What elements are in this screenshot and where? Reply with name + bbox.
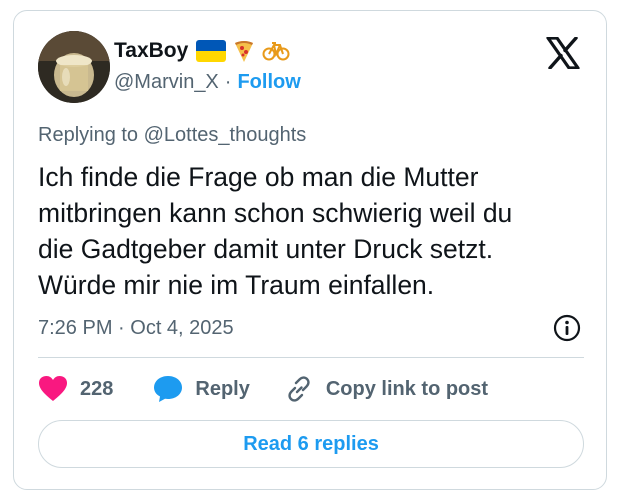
tweet-line: mitbringen kann schon schwierig weil du [38,198,513,228]
link-icon [288,376,310,402]
info-icon[interactable] [552,313,582,343]
like-button[interactable]: 228 [38,375,113,403]
pizza-icon [232,39,256,63]
reply-context: Replying to @Lottes_thoughts [38,124,306,147]
divider [38,357,584,358]
separator-dot: · [224,71,232,93]
heart-icon [39,376,67,401]
author-display-name[interactable]: TaxBoy [114,39,188,63]
tweet-line: Ich finde die Frage ob man die Mutter [38,162,479,192]
like-count: 228 [80,377,114,400]
reply-bubble-icon [154,376,183,402]
reply-target-link[interactable]: @Lottes_thoughts [144,124,307,146]
tweet-card: TaxBoy @Marvin_X · Follow Replying to @L… [13,10,607,490]
reply-prefix: Replying to [38,124,139,146]
follow-button[interactable]: Follow [237,71,300,94]
author-handle[interactable]: @Marvin_X [114,71,219,94]
author-name-row: TaxBoy [114,37,290,65]
tweet-line: Würde mir nie im Traum einfallen. [38,270,435,300]
tweet-timestamp[interactable]: 7:26 PM · Oct 4, 2025 [38,317,234,340]
tweet-line: die Gadtgeber damit unter Druck setzt. [38,234,494,264]
author-handle-row: @Marvin_X · Follow [114,71,301,94]
reply-button[interactable]: Reply [153,375,250,403]
read-replies-button[interactable]: Read 6 replies [38,420,584,468]
action-bar: 228 Reply Copy link to post [38,373,488,405]
x-logo-icon[interactable] [546,36,580,70]
bicycle-icon [262,39,290,63]
tweet-text: Ich finde die Frage ob man die Mutter mi… [38,159,598,303]
copy-link-label: Copy link to post [325,377,489,400]
reply-label: Reply [195,377,250,400]
ukraine-flag-icon [196,40,227,62]
avatar[interactable] [38,31,110,103]
copy-link-button[interactable]: Copy link to post [284,375,488,403]
